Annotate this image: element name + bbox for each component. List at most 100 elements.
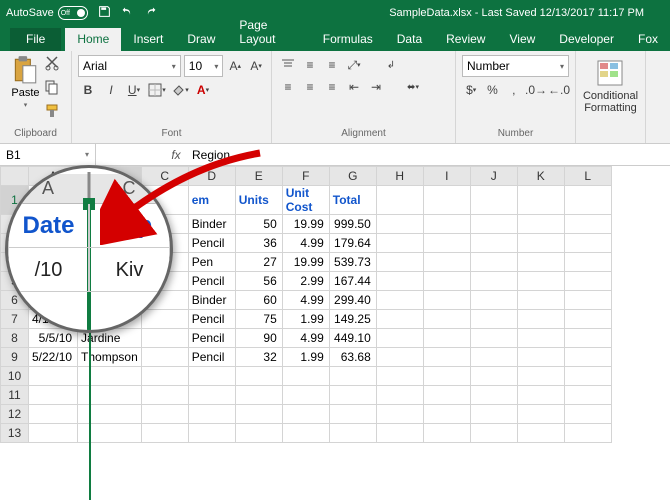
cell-K5[interactable] (517, 272, 564, 291)
cell-B10[interactable] (78, 367, 142, 386)
cell-C10[interactable] (141, 367, 188, 386)
row-header-8[interactable]: 8 (1, 329, 29, 348)
cell-K11[interactable] (517, 386, 564, 405)
fx-icon[interactable]: fx (166, 148, 186, 162)
conditional-formatting-button[interactable]: Conditional Formatting (583, 59, 638, 114)
cell-I11[interactable] (423, 386, 470, 405)
cell-L2[interactable] (564, 215, 611, 234)
cell-D4[interactable]: Pen (188, 253, 235, 272)
decrease-font-icon[interactable]: A▾ (247, 57, 265, 75)
col-header-J[interactable]: J (470, 167, 517, 186)
cell-H13[interactable] (376, 424, 423, 443)
cell-K13[interactable] (517, 424, 564, 443)
cell-G9[interactable]: 63.68 (329, 348, 376, 367)
increase-font-icon[interactable]: A▴ (226, 57, 244, 75)
redo-icon[interactable] (144, 5, 157, 21)
cell-G13[interactable] (329, 424, 376, 443)
col-header-F[interactable]: F (282, 167, 329, 186)
cell-H9[interactable] (376, 348, 423, 367)
col-header-H[interactable]: H (376, 167, 423, 186)
cell-D10[interactable] (188, 367, 235, 386)
cell-L12[interactable] (564, 405, 611, 424)
cell-I12[interactable] (423, 405, 470, 424)
cell-B11[interactable] (78, 386, 142, 405)
cell-D8[interactable]: Pencil (188, 329, 235, 348)
tab-home[interactable]: Home (65, 28, 121, 51)
row-header-12[interactable]: 12 (1, 405, 29, 424)
cell-I10[interactable] (423, 367, 470, 386)
cell-B13[interactable] (78, 424, 142, 443)
col-header-K[interactable]: K (517, 167, 564, 186)
cell-D5[interactable]: Pencil (188, 272, 235, 291)
fill-color-button[interactable]: ▾ (170, 80, 190, 100)
cell-I9[interactable] (423, 348, 470, 367)
cell-F7[interactable]: 1.99 (282, 310, 329, 329)
cell-I5[interactable] (423, 272, 470, 291)
cell-F11[interactable] (282, 386, 329, 405)
align-left-icon[interactable]: ≡ (278, 77, 298, 97)
tab-insert[interactable]: Insert (121, 28, 175, 51)
decrease-indent-icon[interactable]: ⇤ (344, 77, 364, 97)
cell-C9[interactable] (141, 348, 188, 367)
font-color-button[interactable]: A▾ (193, 80, 213, 100)
cell-I3[interactable] (423, 234, 470, 253)
cell-H1[interactable] (376, 186, 423, 215)
align-center-icon[interactable]: ≡ (300, 77, 320, 97)
cell-F5[interactable]: 2.99 (282, 272, 329, 291)
col-header-E[interactable]: E (235, 167, 282, 186)
cell-F1[interactable]: Unit Cost (282, 186, 329, 215)
cell-E13[interactable] (235, 424, 282, 443)
cell-J10[interactable] (470, 367, 517, 386)
cell-L10[interactable] (564, 367, 611, 386)
cell-D13[interactable] (188, 424, 235, 443)
cell-I7[interactable] (423, 310, 470, 329)
cell-E12[interactable] (235, 405, 282, 424)
tab-page-layout[interactable]: Page Layout (227, 14, 310, 51)
increase-indent-icon[interactable]: ⇥ (366, 77, 386, 97)
cell-L8[interactable] (564, 329, 611, 348)
cell-E10[interactable] (235, 367, 282, 386)
cell-E3[interactable]: 36 (235, 234, 282, 253)
cell-J13[interactable] (470, 424, 517, 443)
tab-review[interactable]: Review (434, 28, 497, 51)
cell-G8[interactable]: 449.10 (329, 329, 376, 348)
cell-G1[interactable]: Total (329, 186, 376, 215)
cell-G11[interactable] (329, 386, 376, 405)
cell-F3[interactable]: 4.99 (282, 234, 329, 253)
cell-F4[interactable]: 19.99 (282, 253, 329, 272)
cell-F8[interactable]: 4.99 (282, 329, 329, 348)
cell-B12[interactable] (78, 405, 142, 424)
cell-H6[interactable] (376, 291, 423, 310)
cell-I1[interactable] (423, 186, 470, 215)
col-header-D[interactable]: D (188, 167, 235, 186)
number-format-combo[interactable]: Number▾ (462, 55, 569, 77)
cell-J7[interactable] (470, 310, 517, 329)
cell-E2[interactable]: 50 (235, 215, 282, 234)
cell-K10[interactable] (517, 367, 564, 386)
cell-C12[interactable] (141, 405, 188, 424)
tab-draw[interactable]: Draw (175, 28, 227, 51)
cell-I13[interactable] (423, 424, 470, 443)
cell-C11[interactable] (141, 386, 188, 405)
tab-file[interactable]: File (10, 28, 61, 51)
paste-button[interactable]: Paste ▾ (11, 55, 39, 124)
cell-L9[interactable] (564, 348, 611, 367)
cell-J3[interactable] (470, 234, 517, 253)
row-header-9[interactable]: 9 (1, 348, 29, 367)
cell-K2[interactable] (517, 215, 564, 234)
align-top-icon[interactable] (278, 55, 298, 75)
cell-L4[interactable] (564, 253, 611, 272)
cell-K1[interactable] (517, 186, 564, 215)
cell-C13[interactable] (141, 424, 188, 443)
borders-button[interactable]: ▾ (147, 80, 167, 100)
align-bottom-icon[interactable]: ≡ (322, 55, 342, 75)
cell-J5[interactable] (470, 272, 517, 291)
cell-I4[interactable] (423, 253, 470, 272)
cell-D1[interactable]: em (188, 186, 235, 215)
cut-icon[interactable] (44, 55, 60, 76)
copy-icon[interactable] (44, 79, 60, 100)
cell-K3[interactable] (517, 234, 564, 253)
cell-K4[interactable] (517, 253, 564, 272)
comma-button[interactable]: , (505, 80, 523, 100)
cell-J11[interactable] (470, 386, 517, 405)
